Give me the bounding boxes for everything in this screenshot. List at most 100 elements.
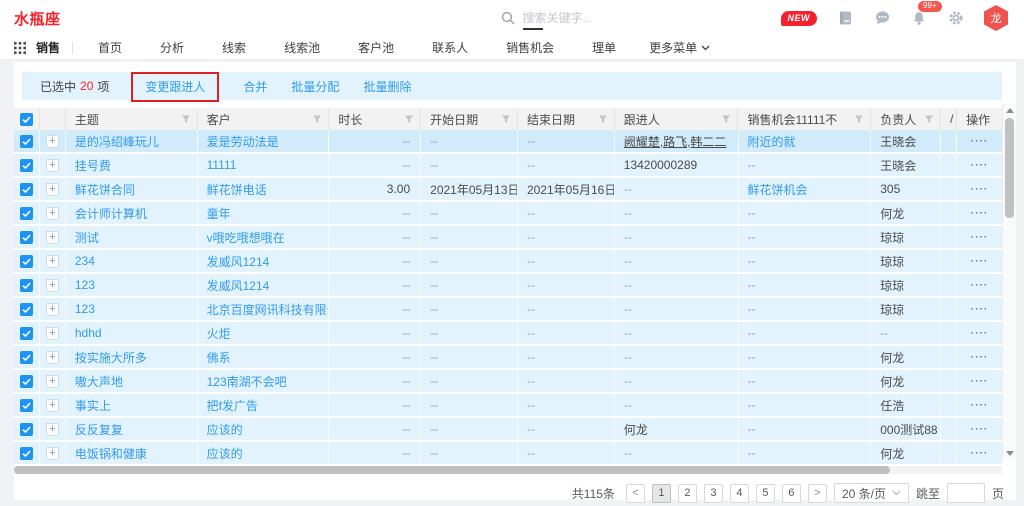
global-search[interactable] <box>501 11 711 25</box>
page-button-6[interactable]: 6 <box>782 484 801 503</box>
cell-customer[interactable]: 123南湖不会吧 <box>198 370 330 392</box>
subject-link[interactable]: 会计师计算机 <box>75 205 147 222</box>
subject-link[interactable]: hdhd <box>75 326 102 340</box>
customer-link[interactable]: v哦吃哦想哦在 <box>207 229 285 246</box>
subject-link[interactable]: 234 <box>75 254 95 268</box>
cell-customer[interactable]: 11111 <box>198 154 330 176</box>
filter-funnel-icon[interactable] <box>924 114 934 124</box>
row-checkbox[interactable] <box>20 399 33 412</box>
select-all-checkbox[interactable] <box>20 113 33 126</box>
cell-subject[interactable]: 234 <box>66 250 198 272</box>
nav-tab-8[interactable]: 理单 <box>573 39 635 56</box>
batch-delete-button[interactable]: 批量删除 <box>363 78 411 95</box>
cell-row-checkbox[interactable] <box>14 202 40 224</box>
column-header-客户[interactable]: 客户 <box>198 108 330 130</box>
filter-funnel-icon[interactable] <box>598 114 608 124</box>
new-badge[interactable]: NEW <box>781 11 818 26</box>
cell-opportunity[interactable]: 附近的就 <box>739 130 872 152</box>
scroll-up-arrow-icon[interactable] <box>1006 108 1014 113</box>
cell-subject[interactable]: 事实上 <box>66 394 198 416</box>
row-checkbox[interactable] <box>20 207 33 220</box>
horizontal-scrollbar-thumb[interactable] <box>14 466 890 474</box>
column-header-销售机会11111不[interactable]: 销售机会11111不 <box>738 108 871 130</box>
scroll-down-arrow-icon[interactable] <box>1006 451 1014 456</box>
cell-expand[interactable]: + <box>40 394 66 416</box>
cell-subject[interactable]: 挂号费 <box>66 154 198 176</box>
expand-plus-icon[interactable]: + <box>46 351 59 364</box>
more-dots-icon[interactable]: ···· <box>971 136 988 147</box>
cell-subject[interactable]: 123 <box>66 274 198 296</box>
cell-row-checkbox[interactable] <box>14 322 40 344</box>
expand-plus-icon[interactable]: + <box>46 399 59 412</box>
cell-customer[interactable]: 佛系 <box>198 346 330 368</box>
prev-page-button[interactable]: < <box>626 484 645 503</box>
filter-funnel-icon[interactable] <box>404 114 414 124</box>
row-checkbox[interactable] <box>20 159 33 172</box>
page-button-1[interactable]: 1 <box>652 484 671 503</box>
cell-actions[interactable]: ···· <box>957 130 1002 152</box>
cell-expand[interactable]: + <box>40 442 66 464</box>
row-checkbox[interactable] <box>20 375 33 388</box>
cell-subject[interactable]: 会计师计算机 <box>66 202 198 224</box>
more-dots-icon[interactable]: ···· <box>971 160 988 171</box>
cell-customer[interactable]: 爱是劳动法是 <box>198 130 330 152</box>
cell-customer[interactable]: 把f发广告 <box>198 394 330 416</box>
customer-link[interactable]: 发威风1214 <box>207 253 270 270</box>
customer-link[interactable]: 把f发广告 <box>207 397 258 414</box>
cell-row-checkbox[interactable] <box>14 178 40 200</box>
cell-expand[interactable]: + <box>40 154 66 176</box>
opportunity-link[interactable]: 附近的就 <box>748 133 796 150</box>
cell-opportunity[interactable]: 鲜花饼机会 <box>739 178 872 200</box>
column-header-跟进人[interactable]: 跟进人 <box>615 108 739 130</box>
cell-actions[interactable]: ···· <box>957 154 1002 176</box>
column-header-负责人[interactable]: 负责人 <box>871 108 941 130</box>
expand-plus-icon[interactable]: + <box>46 447 59 460</box>
more-dots-icon[interactable]: ···· <box>971 400 988 411</box>
cell-expand[interactable]: + <box>40 346 66 368</box>
merge-button[interactable]: 合并 <box>243 78 267 95</box>
cell-customer[interactable]: 应该的 <box>198 418 330 440</box>
cell-expand[interactable]: + <box>40 250 66 272</box>
cell-row-checkbox[interactable] <box>14 394 40 416</box>
more-dots-icon[interactable]: ···· <box>971 232 988 243</box>
chat-icon[interactable] <box>873 9 891 27</box>
more-dots-icon[interactable]: ···· <box>971 448 988 459</box>
customer-link[interactable]: 应该的 <box>207 421 243 438</box>
cell-row-checkbox[interactable] <box>14 442 40 464</box>
more-dots-icon[interactable]: ···· <box>971 352 988 363</box>
cell-subject[interactable]: 按实施大所多 <box>66 346 198 368</box>
subject-link[interactable]: 123 <box>75 302 95 316</box>
cell-customer[interactable]: 应该的 <box>198 442 330 464</box>
cell-row-checkbox[interactable] <box>14 130 40 152</box>
filter-funnel-icon[interactable] <box>181 114 191 124</box>
row-checkbox[interactable] <box>20 327 33 340</box>
customer-link[interactable]: 123南湖不会吧 <box>207 373 287 390</box>
more-dots-icon[interactable]: ···· <box>971 256 988 267</box>
row-checkbox[interactable] <box>20 255 33 268</box>
customer-link[interactable]: 童年 <box>207 205 231 222</box>
expand-plus-icon[interactable]: + <box>46 207 59 220</box>
expand-plus-icon[interactable]: + <box>46 231 59 244</box>
row-checkbox[interactable] <box>20 423 33 436</box>
cell-subject[interactable]: hdhd <box>66 322 198 344</box>
row-checkbox[interactable] <box>20 303 33 316</box>
filter-funnel-icon[interactable] <box>854 114 864 124</box>
page-button-2[interactable]: 2 <box>678 484 697 503</box>
customer-link[interactable]: 鲜花饼电话 <box>207 181 267 198</box>
customer-link[interactable]: 爱是劳动法是 <box>207 133 279 150</box>
gear-icon[interactable] <box>947 9 965 27</box>
column-header-主题[interactable]: 主题 <box>66 108 198 130</box>
cell-subject[interactable]: 123 <box>66 298 198 320</box>
cell-customer[interactable]: 北京百度网讯科技有限公司 <box>198 298 330 320</box>
nav-tab-6[interactable]: 联系人 <box>413 39 487 56</box>
customer-link[interactable]: 佛系 <box>207 349 231 366</box>
nav-tab-2[interactable]: 分析 <box>141 39 203 56</box>
nav-tab-3[interactable]: 线索 <box>203 39 265 56</box>
cell-actions[interactable]: ···· <box>957 322 1002 344</box>
subject-link[interactable]: 反反复复 <box>75 421 123 438</box>
nav-tab-5[interactable]: 客户池 <box>339 39 413 56</box>
horizontal-scrollbar[interactable] <box>14 466 1002 474</box>
opportunity-link[interactable]: 鲜花饼机会 <box>748 181 808 198</box>
filter-funnel-icon[interactable] <box>721 114 731 124</box>
cell-expand[interactable]: + <box>40 178 66 200</box>
